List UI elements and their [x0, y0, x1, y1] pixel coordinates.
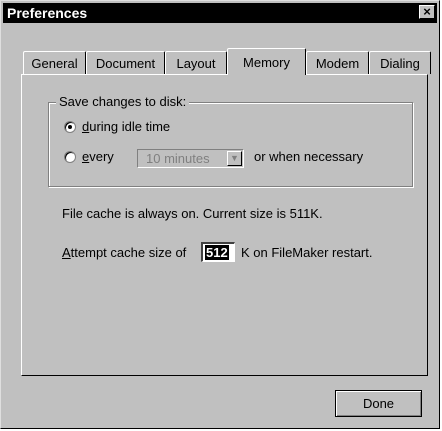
every-label-text: very	[89, 149, 114, 164]
save-interval-value: 10 minutes	[146, 151, 210, 166]
every-label[interactable]: every	[82, 149, 114, 164]
tab-layout[interactable]: Layout	[165, 51, 227, 74]
done-button[interactable]: Done	[335, 390, 422, 417]
idle-time-radio[interactable]	[64, 121, 76, 133]
title-bar[interactable]: Preferences ×	[3, 3, 437, 23]
tab-document[interactable]: Document	[86, 51, 165, 74]
cache-size-label-mnemonic: A	[62, 245, 71, 260]
cache-size-suffix: K on FileMaker restart.	[241, 245, 373, 260]
cache-status-text: File cache is always on. Current size is…	[62, 206, 323, 221]
cache-size-value: 512	[205, 245, 229, 260]
tab-dialing[interactable]: Dialing	[369, 51, 431, 74]
window-title: Preferences	[7, 5, 88, 21]
cache-size-input[interactable]: 512	[201, 242, 235, 262]
chevron-down-icon[interactable]: ▼	[227, 151, 242, 166]
tab-label: Modem	[315, 56, 360, 71]
tab-label: Layout	[176, 56, 216, 71]
close-icon: ×	[423, 4, 431, 19]
save-changes-group	[48, 102, 413, 187]
save-changes-group-label: Save changes to disk:	[56, 94, 190, 109]
tab-label: Memory	[243, 55, 290, 70]
close-button[interactable]: ×	[419, 5, 435, 19]
tab-label: Document	[95, 56, 156, 71]
cache-size-label-text: ttempt cache size of	[70, 245, 187, 260]
or-when-necessary-label: or when necessary	[254, 149, 364, 164]
tab-label: Dialing	[380, 56, 420, 71]
tab-modem[interactable]: Modem	[306, 51, 369, 74]
tab-memory[interactable]: Memory	[227, 48, 306, 75]
cache-size-label: Attempt cache size of	[62, 245, 186, 260]
idle-time-label-text: uring idle time	[89, 119, 171, 134]
every-radio[interactable]	[64, 151, 76, 163]
tab-general[interactable]: General	[23, 51, 86, 74]
preferences-dialog: Preferences × General Document Layout Me…	[0, 0, 440, 429]
tab-label: General	[31, 56, 78, 71]
radio-selected-dot	[68, 125, 72, 129]
idle-time-label[interactable]: during idle time	[82, 119, 170, 134]
save-interval-select[interactable]: 10 minutes ▼	[137, 149, 244, 168]
